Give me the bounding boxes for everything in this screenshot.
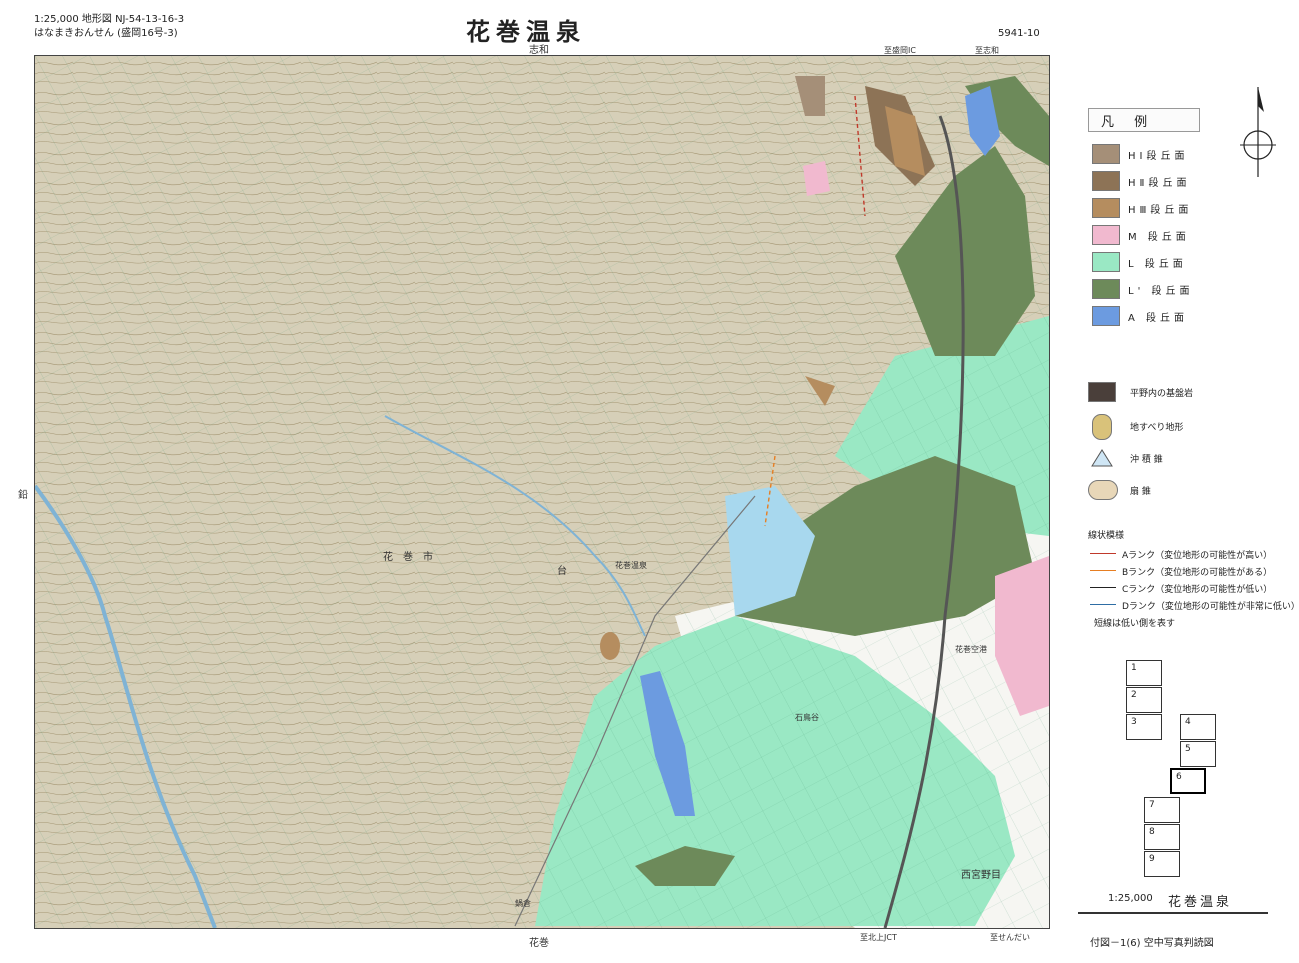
map-canvas[interactable]: 花巻市 花巻温泉 台 西宮野目 鍋倉 石鳥谷 花巻空港 — [34, 55, 1050, 929]
edge-label-top-1: 志和 — [529, 45, 549, 56]
place-label-nabekura: 鍋倉 — [515, 899, 531, 908]
place-label-ishidoriya: 石鳥谷 — [795, 713, 819, 722]
legend-header: 凡 例 — [1088, 108, 1200, 132]
index-map: 1 2 3 4 5 6 7 8 9 — [1126, 660, 1226, 880]
terrace-h3-c — [600, 632, 620, 660]
footer-name: 花巻温泉 — [1168, 895, 1233, 910]
legend-terrace-label: HⅠ段丘面 — [1128, 151, 1189, 162]
edge-label-bottom-3: 至せんだい — [990, 933, 1030, 942]
index-cell-3: 3 — [1126, 714, 1162, 740]
footer-scale: 1:25,000 — [1108, 893, 1153, 904]
lines-title: 線状模様 — [1088, 531, 1125, 541]
legend-terrace-label: L' 段丘面 — [1128, 286, 1194, 297]
place-label-airport: 花巻空港 — [955, 645, 987, 654]
legend-terrace-label: HⅢ段丘面 — [1128, 205, 1193, 216]
north-arrow-icon — [1236, 82, 1280, 186]
index-cell-5: 5 — [1180, 741, 1216, 767]
index-cell-6-current: 6 — [1170, 768, 1206, 794]
place-label-onsen: 花巻温泉 — [615, 561, 647, 570]
legend-feature-label: 平野内の基盤岩 — [1130, 389, 1194, 399]
legend-line-label: Bランク（変位地形の可能性がある） — [1122, 568, 1273, 578]
index-cell-4: 4 — [1180, 714, 1216, 740]
legend-line-row: Cランク（変位地形の可能性が低い） — [1088, 580, 1272, 597]
legend-terrace-label: A 段丘面 — [1128, 313, 1189, 324]
legend-line-sample — [1090, 587, 1116, 588]
place-label-nishimiyanome: 西宮野目 — [961, 870, 1001, 881]
legend-terrace-swatch — [1092, 252, 1120, 272]
legend-line-sample — [1090, 604, 1116, 605]
legend-title: 凡 例 — [1101, 115, 1156, 130]
legend-line-label: Aランク（変位地形の可能性が高い） — [1122, 551, 1273, 561]
legend-feature-label: 地すべり地形 — [1130, 423, 1184, 433]
map-svg — [35, 56, 1049, 928]
sheet-code: 5941-10 — [998, 28, 1040, 39]
fan-icon — [1088, 480, 1118, 500]
index-cell-2: 2 — [1126, 687, 1162, 713]
edge-label-bottom-1: 花巻 — [529, 938, 549, 949]
alluvial-cone-icon — [1091, 449, 1113, 467]
legend-line-label: Cランク（変位地形の可能性が低い） — [1122, 585, 1273, 595]
legend-lines: Aランク（変位地形の可能性が高い） Bランク（変位地形の可能性がある） Cランク（変… — [1088, 546, 1299, 629]
legend-terrace-swatch — [1092, 144, 1120, 164]
legend-line-row: Aランク（変位地形の可能性が高い） — [1088, 546, 1272, 563]
legend-feature-label: 扇 錐 — [1130, 487, 1151, 497]
legend-line-label: Dランク（変位地形の可能性が非常に低い） — [1122, 602, 1299, 612]
map-title: 花巻温泉 — [466, 18, 586, 46]
lines-note: 短線は低い側を表す — [1094, 619, 1176, 629]
edge-label-left: 鉛 — [18, 490, 28, 501]
legend-terrace-swatch — [1092, 306, 1120, 326]
legend-terrace-label: M 段丘面 — [1128, 232, 1190, 243]
index-cell-8: 8 — [1144, 824, 1180, 850]
index-cell-1: 1 — [1126, 660, 1162, 686]
legend-terrace-swatch — [1092, 198, 1120, 218]
legend-line-row: Bランク（変位地形の可能性がある） — [1088, 563, 1272, 580]
legend-line-row: Dランク（変位地形の可能性が非常に低い） — [1088, 597, 1299, 614]
legend-line-sample — [1090, 570, 1116, 571]
place-label-dai: 台 — [557, 566, 567, 577]
scale-bar — [1078, 912, 1268, 914]
reading-line: はなまきおんせん (盛岡16号-3) — [34, 28, 178, 39]
legend-terrace-swatch — [1092, 171, 1120, 191]
legend-feature-label: 沖 積 錐 — [1130, 455, 1163, 465]
landslide-icon — [1092, 414, 1112, 440]
figure-caption: 付図－1(6) 空中写真判読図 — [1090, 938, 1214, 949]
index-cell-7: 7 — [1144, 797, 1180, 823]
legend-line-sample — [1090, 553, 1116, 554]
place-label-hanamaki-city: 花巻市 — [383, 552, 443, 563]
legend-terrace-label: L 段丘面 — [1128, 259, 1187, 270]
legend-terrace-swatch — [1092, 279, 1120, 299]
legend-terrace-swatch — [1092, 225, 1120, 245]
edge-label-bottom-2: 至北上JCT — [860, 933, 897, 942]
bedrock-swatch — [1088, 382, 1116, 402]
index-cell-9: 9 — [1144, 851, 1180, 877]
legend-terrace-label: HⅡ段丘面 — [1128, 178, 1191, 189]
scale-line: 1:25,000 地形図 NJ-54-13-16-3 — [34, 14, 185, 25]
